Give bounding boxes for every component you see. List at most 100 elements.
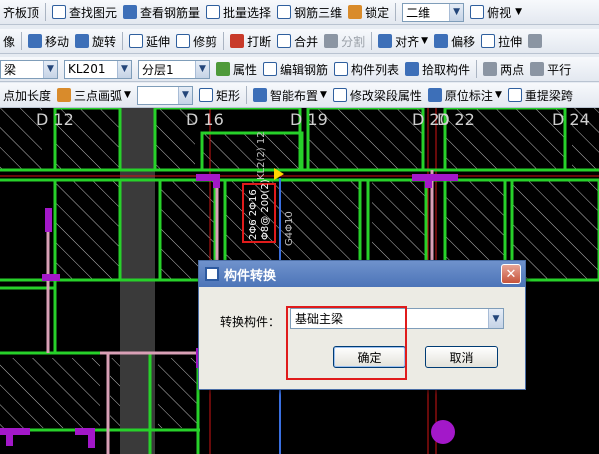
align-top-button[interactable]: 齐板顶: [0, 1, 42, 23]
rectangle-button[interactable]: 矩形: [196, 84, 243, 106]
stretch-button[interactable]: 拉伸: [478, 30, 525, 52]
in-place-annotation-label: 原位标注: [444, 88, 493, 103]
merge-icon: [277, 34, 292, 48]
find-element-button[interactable]: 查找图元: [49, 1, 120, 23]
type-select[interactable]: 梁 ▼: [0, 59, 58, 79]
move-icon: [28, 34, 43, 48]
properties-label: 属性: [233, 62, 258, 77]
axis-label: D 22: [437, 110, 475, 129]
rebar-3d-icon: [277, 5, 292, 19]
break-label: 打断: [247, 34, 272, 49]
divider: [122, 32, 124, 50]
stretch-icon: [481, 34, 496, 48]
rotate-icon: [75, 34, 90, 48]
close-button[interactable]: ✕: [501, 264, 521, 284]
two-point-button[interactable]: 两点: [480, 58, 527, 80]
lock-button[interactable]: 锁定: [345, 1, 392, 23]
view-mode-select[interactable]: 二维 ▼: [402, 2, 465, 22]
divider: [476, 60, 478, 78]
view-direction-button[interactable]: 俯视 ▼: [467, 1, 525, 23]
chevron-down-icon: ▼: [494, 90, 502, 100]
floor-select[interactable]: 分层1 ▼: [138, 59, 210, 79]
component-select[interactable]: KL201 ▼: [64, 59, 132, 79]
pick-component-button[interactable]: 拾取构件: [402, 58, 473, 80]
chevron-down-icon: ▼: [195, 60, 209, 78]
trim-button[interactable]: 修剪: [173, 30, 220, 52]
move-button[interactable]: 移动: [25, 30, 72, 52]
chevron-down-icon: ▼: [43, 60, 57, 78]
divider: [395, 3, 397, 21]
trim-icon: [176, 34, 191, 48]
annotation-icon: [427, 88, 442, 102]
smart-layout-label: 智能布置: [269, 88, 318, 103]
batch-select-button[interactable]: 批量选择: [203, 1, 274, 23]
chevron-down-icon: ▼: [449, 3, 464, 21]
point-length-button[interactable]: 点加长度: [0, 84, 54, 106]
in-place-annotation-button[interactable]: 原位标注 ▼: [425, 84, 505, 106]
chevron-down-icon[interactable]: ▼: [488, 309, 503, 328]
edit-rebar-button[interactable]: 编辑钢筋: [260, 58, 331, 80]
merge-label: 合并: [294, 34, 319, 49]
pen-button[interactable]: [525, 30, 548, 52]
parallel-label: 平行: [547, 62, 572, 77]
parallel-button[interactable]: 平行: [527, 58, 574, 80]
split-button[interactable]: 分割: [321, 30, 368, 52]
pick-icon: [405, 62, 420, 76]
extend-button[interactable]: 延伸: [126, 30, 173, 52]
edit-rebar-icon: [263, 62, 278, 76]
lock-icon: [348, 5, 363, 19]
lock-label: 锁定: [365, 5, 390, 20]
modify-beam-segment-label: 修改梁段属性: [349, 88, 422, 103]
chevron-down-icon: ▼: [319, 90, 327, 100]
floor-value: 分层1: [142, 62, 174, 77]
stretch-label: 拉伸: [498, 34, 523, 49]
type-value: 梁: [4, 62, 17, 77]
rectangle-icon: [198, 88, 213, 102]
offset-label: 偏移: [451, 34, 476, 49]
extend-icon: [129, 34, 144, 48]
component-list-label: 构件列表: [351, 62, 400, 77]
align-button[interactable]: 对齐 ▼: [375, 30, 431, 52]
callout-highlight: [286, 306, 407, 380]
toolbar-top: 齐板顶 查找图元 查看钢筋量 批量选择 钢筋三维 锁定 二维 ▼ 俯视 ▼: [0, 0, 599, 25]
cube-icon: [470, 5, 485, 19]
mirror-button[interactable]: 像: [0, 30, 18, 52]
edit-rebar-label: 编辑钢筋: [280, 62, 329, 77]
break-icon: [230, 34, 245, 48]
chevron-down-icon: ▼: [117, 60, 131, 78]
pen-icon: [528, 34, 543, 48]
properties-button[interactable]: 属性: [213, 58, 260, 80]
arc-option-select[interactable]: ▼: [136, 85, 193, 105]
re-span-icon: [507, 88, 522, 102]
rectangle-label: 矩形: [215, 88, 240, 103]
align-label: 对齐: [395, 34, 420, 49]
offset-button[interactable]: 偏移: [431, 30, 478, 52]
list-icon: [334, 62, 349, 76]
re-span-button[interactable]: 重提梁跨: [505, 84, 576, 106]
dialog-titlebar[interactable]: 构件转换 ✕: [199, 261, 525, 287]
batch-select-icon: [206, 5, 221, 19]
two-point-label: 两点: [500, 62, 525, 77]
point-length-label: 点加长度: [3, 88, 52, 103]
re-span-label: 重提梁跨: [524, 88, 573, 103]
parallel-icon: [530, 62, 545, 76]
rebar-3d-button[interactable]: 钢筋三维: [274, 1, 345, 23]
modify-beam-segment-button[interactable]: 修改梁段属性: [330, 84, 425, 106]
view-rebar-button[interactable]: 查看钢筋量: [120, 1, 203, 23]
merge-button[interactable]: 合并: [274, 30, 321, 52]
divider: [245, 86, 247, 104]
three-point-arc-button[interactable]: 三点画弧 ▼: [54, 84, 134, 106]
smart-layout-button[interactable]: 智能布置 ▼: [250, 84, 330, 106]
cancel-button[interactable]: 取消: [425, 346, 498, 368]
component-list-button[interactable]: 构件列表: [331, 58, 402, 80]
cross-icon: [483, 62, 498, 76]
break-button[interactable]: 打断: [227, 30, 274, 52]
rotate-button[interactable]: 旋转: [72, 30, 119, 52]
axis-label: D 16: [186, 110, 224, 129]
rebar-3d-label: 钢筋三维: [294, 5, 343, 20]
batch-select-label: 批量选择: [223, 5, 272, 20]
split-label: 分割: [341, 34, 366, 49]
trim-label: 修剪: [193, 34, 218, 49]
view-mode-value: 二维: [406, 5, 431, 20]
smart-layout-icon: [252, 88, 267, 102]
